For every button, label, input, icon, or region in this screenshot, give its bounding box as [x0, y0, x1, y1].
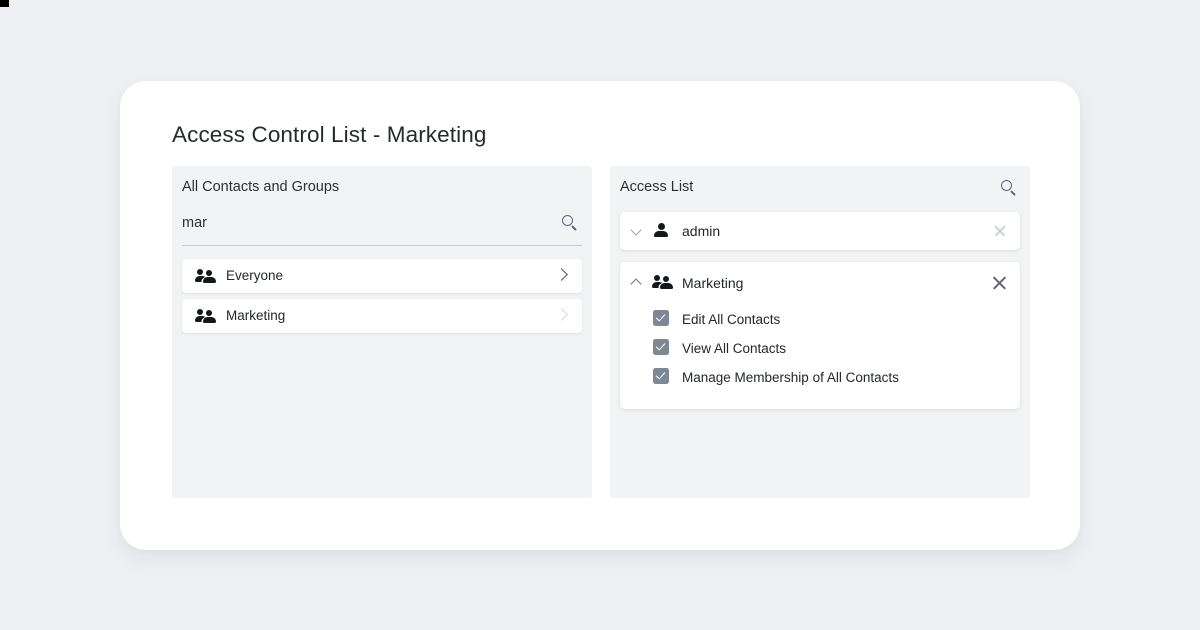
left-panel-title: All Contacts and Groups — [182, 179, 340, 195]
chevron-right-icon[interactable] — [555, 308, 568, 321]
right-panel-header: Access List — [610, 166, 1030, 212]
corner-marker — [0, 0, 9, 7]
list-item[interactable]: Everyone — [182, 259, 582, 293]
close-icon[interactable] — [991, 275, 1008, 292]
contacts-results-list: Everyone Marketing — [182, 259, 582, 339]
access-list-title: Access List — [620, 179, 694, 195]
checkbox-checked-icon[interactable] — [653, 368, 669, 384]
page-title: Access Control List - Marketing — [172, 122, 487, 147]
permission-label: Edit All Contacts — [682, 312, 781, 327]
entry-name: Marketing — [682, 275, 744, 291]
list-item[interactable]: Marketing — [182, 299, 582, 333]
entry-header[interactable]: Marketing — [620, 262, 1020, 304]
access-list-entry-admin: admin — [620, 212, 1020, 250]
permission-row[interactable]: Edit All Contacts — [620, 306, 1020, 335]
permission-label: Manage Membership of All Contacts — [682, 370, 899, 385]
left-panel-header: All Contacts and Groups — [172, 166, 592, 212]
permissions-list: Edit All Contacts View All Contacts Mana… — [620, 304, 1020, 409]
checkbox-checked-icon[interactable] — [653, 310, 669, 326]
search-icon[interactable] — [1000, 179, 1018, 202]
search-icon[interactable] — [561, 214, 579, 237]
chevron-up-icon[interactable] — [632, 280, 641, 289]
checkbox-checked-icon[interactable] — [653, 339, 669, 355]
group-icon — [195, 308, 216, 328]
group-icon — [195, 268, 216, 288]
person-icon — [653, 222, 669, 242]
access-list-panel: Access List admin Marketing Edit All Con… — [610, 166, 1030, 498]
contacts-search-row — [182, 212, 582, 246]
list-item-label: Everyone — [226, 268, 284, 283]
entry-name: admin — [682, 223, 721, 239]
close-icon[interactable] — [993, 224, 1007, 238]
entry-header[interactable]: admin — [620, 212, 1020, 250]
chevron-down-icon[interactable] — [632, 226, 641, 235]
all-contacts-and-groups-panel: All Contacts and Groups Everyone Marketi… — [172, 166, 592, 498]
chevron-right-icon[interactable] — [555, 268, 568, 281]
access-list-entry-marketing: Marketing Edit All Contacts View All Con… — [620, 262, 1020, 409]
permission-row[interactable]: View All Contacts — [620, 335, 1020, 364]
search-input[interactable] — [182, 215, 532, 231]
list-item-label: Marketing — [226, 308, 286, 323]
main-card: Access Control List - Marketing All Cont… — [120, 81, 1080, 550]
permission-row[interactable]: Manage Membership of All Contacts — [620, 364, 1020, 393]
access-list-entries: admin Marketing Edit All Contacts View A… — [620, 212, 1020, 421]
group-icon — [652, 274, 673, 294]
permission-label: View All Contacts — [682, 341, 787, 356]
